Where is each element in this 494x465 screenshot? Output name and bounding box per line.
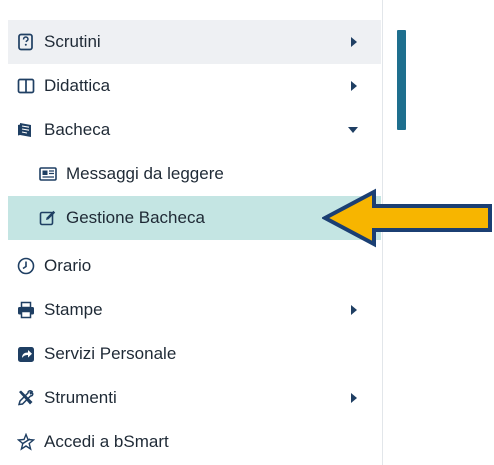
- tools-icon: [16, 388, 36, 408]
- sidebar-item-label: Didattica: [44, 76, 111, 95]
- edit-icon: [38, 208, 58, 228]
- sidebar-item-label: Servizi Personale: [44, 344, 177, 363]
- sidebar-item-strumenti[interactable]: Strumenti: [8, 376, 381, 420]
- sidebar-item-label: Orario: [44, 256, 92, 275]
- sidebar-item-label: Strumenti: [44, 388, 117, 407]
- content-accent-bar: [397, 30, 406, 130]
- sidebar-item-didattica[interactable]: Didattica: [8, 64, 381, 108]
- sidebar-item-stampe[interactable]: Stampe: [8, 288, 381, 332]
- book-icon: [16, 76, 36, 96]
- sidebar-item-label: Messaggi da leggere: [66, 164, 224, 183]
- caret-right-icon: [351, 305, 357, 315]
- sidebar-item-label: Bacheca: [44, 120, 111, 139]
- newspaper-icon: [38, 164, 58, 184]
- sidebar-item-orario[interactable]: Orario: [8, 244, 381, 288]
- printer-icon: [16, 300, 36, 320]
- caret-right-icon: [351, 81, 357, 91]
- scrutini-icon: [16, 32, 36, 52]
- caret-right-icon: [351, 393, 357, 403]
- share-icon: [16, 344, 36, 364]
- sidebar-item-bacheca[interactable]: Bacheca: [8, 108, 381, 152]
- sidebar-item-label: Accedi a bSmart: [44, 432, 169, 451]
- clock-icon: [16, 256, 36, 276]
- sidebar-item-scrutini[interactable]: Scrutini: [8, 20, 381, 64]
- sidebar-item-label: Scrutini: [44, 32, 101, 51]
- bsmart-icon: [16, 432, 36, 452]
- sidebar-item-label: Stampe: [44, 300, 103, 319]
- caret-right-icon: [351, 37, 357, 47]
- sidebar-item-accedi-bsmart[interactable]: Accedi a bSmart: [8, 420, 381, 464]
- highlight-arrow-icon: [322, 188, 492, 248]
- sidebar-item-label: Gestione Bacheca: [66, 208, 205, 227]
- bacheca-icon: [16, 120, 36, 140]
- sidebar-item-servizi-personale[interactable]: Servizi Personale: [8, 332, 381, 376]
- caret-down-icon: [348, 127, 358, 133]
